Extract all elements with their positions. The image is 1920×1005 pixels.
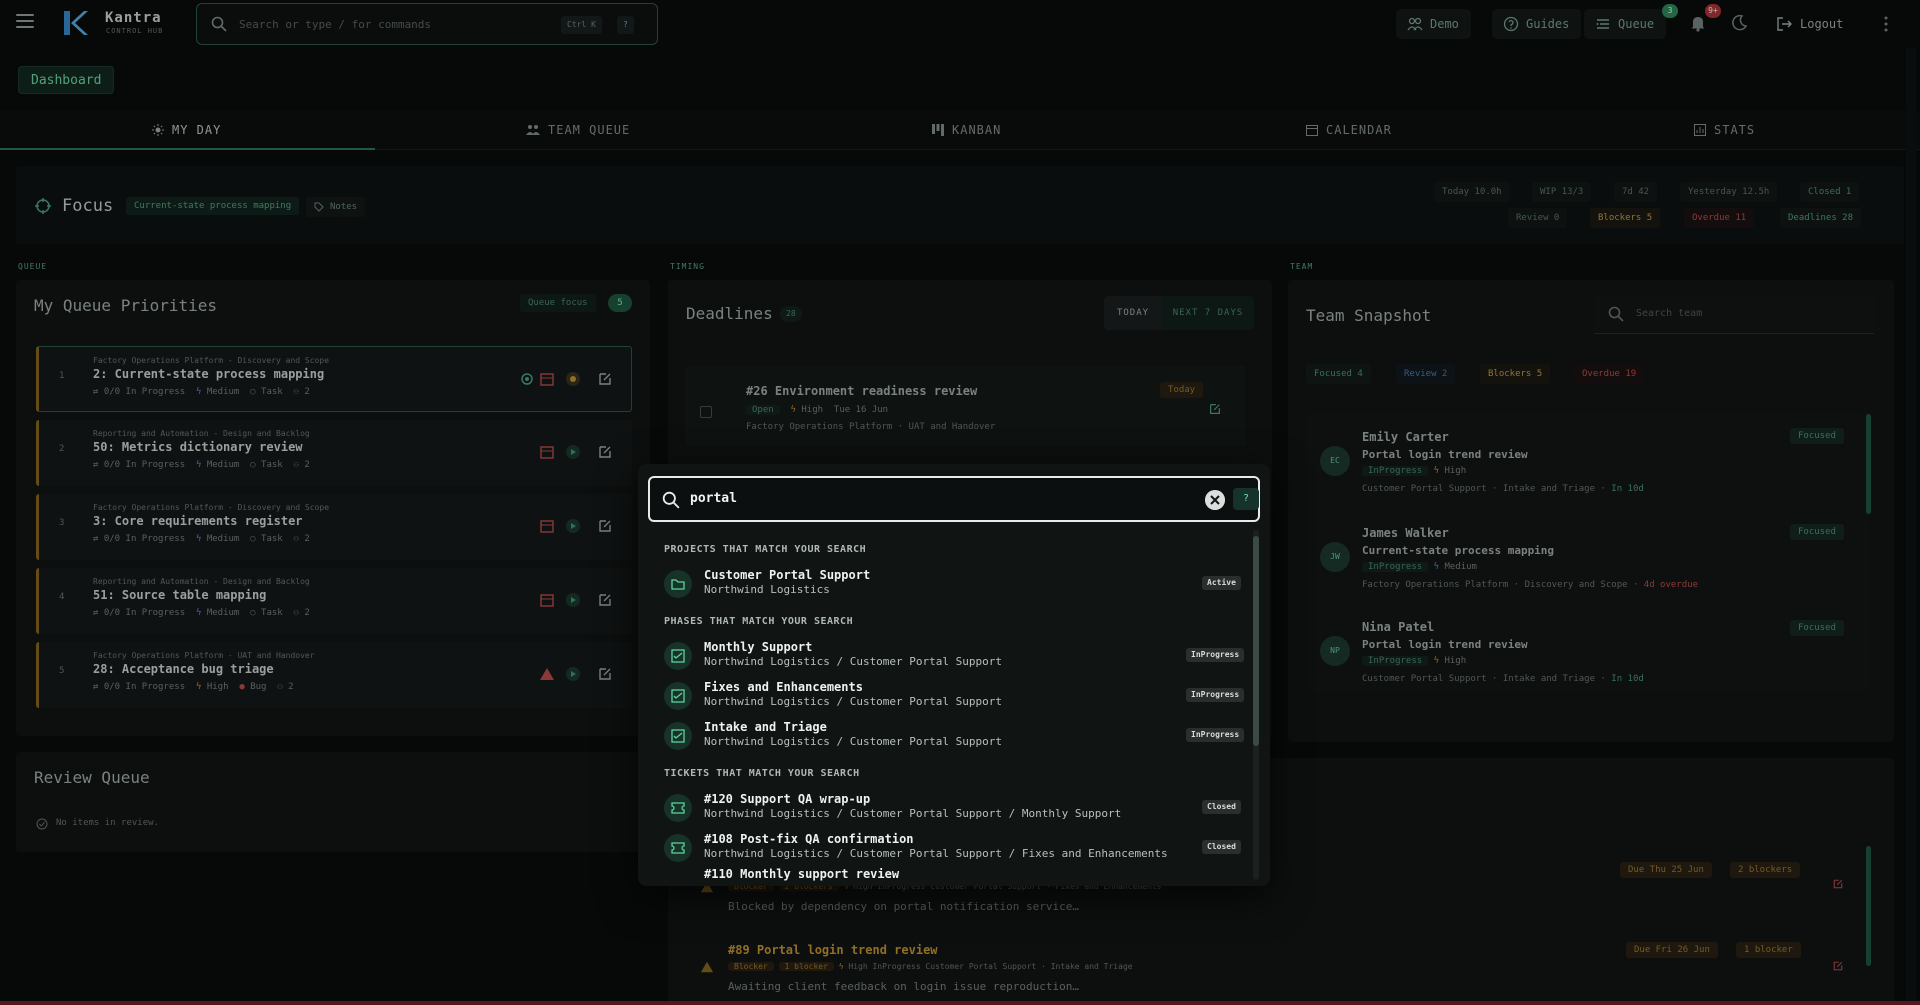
modal-search-input[interactable]: portal ? [648, 476, 1260, 522]
result-phase[interactable]: Monthly Support Northwind Logistics / Cu… [648, 636, 1248, 674]
result-status: Closed [1202, 840, 1241, 854]
modal-help-button[interactable]: ? [1233, 488, 1259, 510]
search-icon [662, 491, 680, 509]
result-phase[interactable]: Intake and Triage Northwind Logistics / … [648, 716, 1248, 754]
modal-scrollbar-thumb[interactable] [1253, 536, 1259, 746]
result-status: Active [1202, 576, 1241, 590]
result-status: InProgress [1186, 728, 1245, 742]
result-title: #120 Support QA wrap-up [704, 792, 871, 806]
ticket-icon [664, 834, 692, 862]
checklist-icon [664, 722, 692, 750]
result-status: InProgress [1186, 688, 1245, 702]
result-subtitle: Northwind Logistics / Customer Portal Su… [704, 847, 1168, 860]
modal-search-value: portal [690, 491, 737, 506]
clear-icon[interactable] [1205, 490, 1225, 510]
group-projects-label: PROJECTS THAT MATCH YOUR SEARCH [664, 544, 867, 555]
result-ticket[interactable]: #108 Post-fix QA confirmation Northwind … [648, 828, 1248, 866]
folder-icon [664, 570, 692, 598]
result-subtitle: Northwind Logistics / Customer Portal Su… [704, 655, 1003, 668]
result-title: Monthly Support [704, 640, 813, 654]
result-status: Closed [1202, 800, 1241, 814]
result-title: #108 Post-fix QA confirmation [704, 832, 914, 846]
result-title: Fixes and Enhancements [704, 680, 863, 694]
result-title: Customer Portal Support [704, 568, 871, 582]
result-subtitle: Northwind Logistics / Customer Portal Su… [704, 807, 1122, 820]
result-title: Intake and Triage [704, 720, 827, 734]
ticket-icon [664, 794, 692, 822]
result-subtitle: Northwind Logistics / Customer Portal Su… [704, 735, 1003, 748]
result-subtitle: Northwind Logistics [704, 583, 830, 596]
result-title: #110 Monthly support review [704, 868, 900, 881]
group-tickets-label: TICKETS THAT MATCH YOUR SEARCH [664, 768, 860, 779]
result-project[interactable]: Customer Portal Support Northwind Logist… [648, 564, 1248, 602]
checklist-icon [664, 682, 692, 710]
result-subtitle: Northwind Logistics / Customer Portal Su… [704, 695, 1003, 708]
result-status: InProgress [1186, 648, 1245, 662]
result-ticket[interactable]: #110 Monthly support review [648, 868, 1248, 882]
result-phase[interactable]: Fixes and Enhancements Northwind Logisti… [648, 676, 1248, 714]
search-modal: portal ? PROJECTS THAT MATCH YOUR SEARCH… [638, 464, 1270, 886]
group-phases-label: PHASES THAT MATCH YOUR SEARCH [664, 616, 854, 627]
checklist-icon [664, 642, 692, 670]
result-ticket[interactable]: #120 Support QA wrap-up Northwind Logist… [648, 788, 1248, 826]
